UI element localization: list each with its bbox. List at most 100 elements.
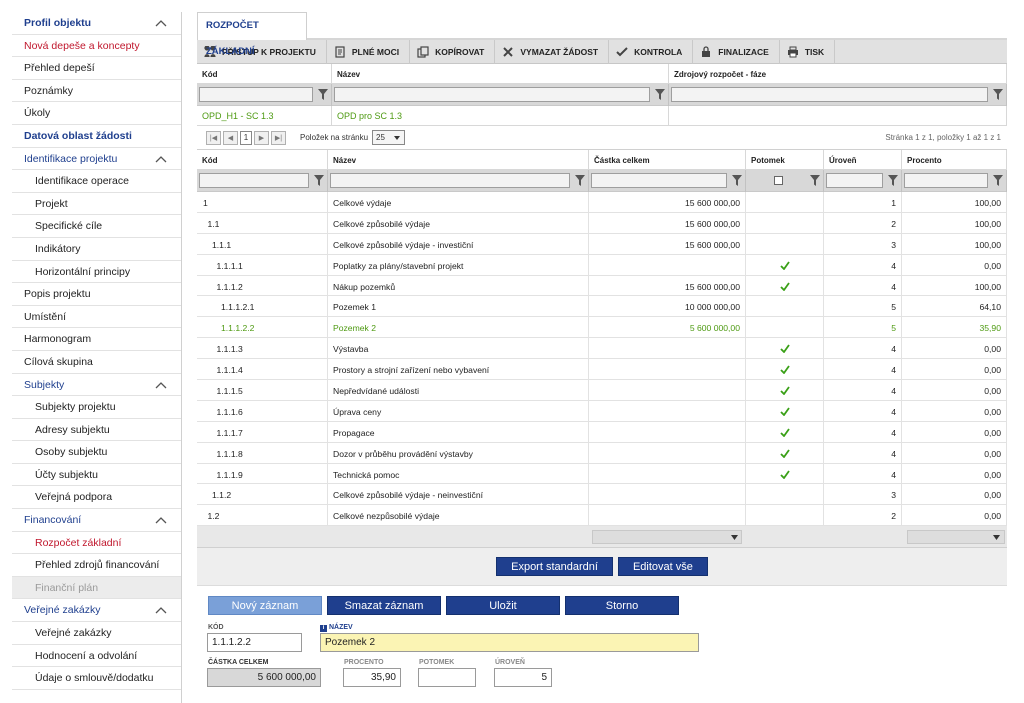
filter-input[interactable] (671, 86, 988, 102)
sidebar-item[interactable]: Identifikace projektu (12, 148, 181, 171)
table-row[interactable]: 1.2 Celkové nezpůsobilé výdaje 2 0,00 (197, 505, 1007, 527)
table-row[interactable]: 1.1.1.6 Úprava ceny 4 0,00 (197, 400, 1007, 422)
sidebar-item[interactable]: Přehled zdrojů financování (12, 554, 181, 577)
filter-input[interactable] (591, 172, 727, 188)
chevron-up-icon[interactable] (155, 516, 167, 524)
toolbar-button[interactable]: KONTROLA (609, 39, 694, 64)
col-header-nazev[interactable]: Název (332, 64, 669, 83)
chevron-up-icon[interactable] (155, 19, 167, 27)
table-row[interactable]: 1 Celkové výdaje 15 600 000,00 1 100,00 (197, 192, 1007, 213)
col-header-procento[interactable]: Procento (902, 150, 1007, 169)
filter-icon[interactable] (318, 88, 328, 100)
sidebar-item[interactable]: Rozpočet základní (12, 532, 181, 555)
sidebar-item[interactable]: Poznámky (12, 80, 181, 103)
sidebar-item[interactable]: Subjekty (12, 374, 181, 397)
filter-icon[interactable] (993, 174, 1003, 186)
table-row[interactable]: 1.1.1.3 Výstavba 4 0,00 (197, 338, 1007, 360)
sidebar-item[interactable]: Údaje o smlouvě/dodatku (12, 667, 181, 690)
first-page-icon[interactable]: |◀ (206, 130, 221, 145)
filter-input[interactable] (199, 86, 313, 102)
chevron-down-icon[interactable] (731, 535, 738, 541)
chevron-up-icon[interactable] (155, 155, 167, 163)
table-row[interactable]: 1.1.1.1 Poplatky za plány/stavební projek… (197, 254, 1007, 276)
sidebar-item[interactable]: Veřejné zakázky (12, 599, 181, 623)
filter-input[interactable] (826, 172, 883, 188)
sidebar-item[interactable]: Specifické cíle (12, 215, 181, 238)
sidebar-item[interactable]: Popis projektu (12, 283, 181, 306)
col-header-castka[interactable]: Částka celkem (589, 150, 746, 169)
filter-input[interactable] (904, 172, 988, 188)
col-header-nazev[interactable]: Název (328, 150, 589, 169)
percent-field[interactable]: 35,90 (343, 668, 401, 688)
level-field[interactable]: 5 (494, 668, 552, 688)
current-page[interactable]: 1 (240, 130, 252, 145)
top-grid-row[interactable]: OPD_H1 - SC 1.3 OPD pro SC 1.3 (197, 106, 1007, 126)
sidebar-item[interactable]: Adresy subjektu (12, 419, 181, 442)
filter-input[interactable] (199, 172, 309, 188)
name-field[interactable]: Pozemek 2 (320, 633, 699, 653)
toolbar-button[interactable]: VYMAZAT ŽÁDOST (495, 39, 610, 64)
sidebar-item[interactable]: Veřejné zakázky (12, 622, 181, 645)
sidebar-item[interactable]: Identifikace operace (12, 170, 181, 193)
sidebar-item[interactable]: Umístění (12, 306, 181, 329)
table-row[interactable]: 1.1.1.5 Nepředvídané události 4 0,00 (197, 380, 1007, 401)
sidebar-item[interactable]: Veřejná podpora (12, 486, 181, 510)
toolbar-button[interactable]: FINALIZACE (693, 39, 780, 64)
next-page-icon[interactable]: ▶ (254, 130, 269, 145)
sidebar-item[interactable]: Horizontální principy (12, 261, 181, 284)
footer-dropdown[interactable] (907, 530, 1005, 545)
toolbar-button[interactable]: TISK (780, 39, 836, 64)
col-header-kod[interactable]: Kód (197, 64, 332, 83)
sidebar-item[interactable]: Osoby subjektu (12, 441, 181, 464)
edit-all-button[interactable]: Editovat vše (617, 557, 708, 577)
filter-icon[interactable] (655, 88, 665, 100)
filter-icon[interactable] (575, 174, 585, 186)
sidebar-item[interactable]: Úkoly (12, 102, 181, 125)
export-standard-button[interactable]: Export standardní (496, 557, 613, 577)
filter-icon[interactable] (993, 88, 1003, 100)
table-row[interactable]: 1.1.1.2.2 Pozemek 25 600 000,00 5 35,90 (197, 317, 1007, 339)
table-row[interactable]: 1.1.1.8 Dozor v průběhu provádění výstavb… (197, 442, 1007, 464)
sidebar-item[interactable]: Datová oblast žádosti (12, 124, 181, 148)
potomek-filter-checkbox[interactable] (774, 175, 783, 185)
sidebar-item[interactable]: Nová depeše a koncepty (12, 35, 181, 58)
tab-rozpocet-zakladni[interactable]: ROZPOČET ZÁKLADNÍ (197, 12, 307, 57)
filter-input[interactable] (334, 86, 650, 102)
save-button[interactable]: Uložit (446, 595, 560, 615)
table-row[interactable]: 1.1.2 Celkové způsobilé výdaje - neinvest… (197, 484, 1007, 506)
chevron-up-icon[interactable] (155, 381, 167, 389)
table-row[interactable]: 1.1.1.2.1 Pozemek 1 10 000 000,00 5 64,10 (197, 296, 1007, 318)
last-page-icon[interactable]: ▶| (271, 130, 286, 145)
table-row[interactable]: 1.1.1.9 Technická pomoc 4 0,00 (197, 463, 1007, 485)
sidebar-item[interactable]: Přehled depeší (12, 57, 181, 80)
col-header-potomek[interactable]: Potomek (746, 150, 824, 169)
sidebar-item[interactable]: Financování (12, 509, 181, 532)
delete-record-button[interactable]: Smazat záznam (327, 595, 441, 615)
prev-page-icon[interactable]: ◀ (223, 130, 238, 145)
new-record-button[interactable]: Nový záznam (208, 595, 322, 615)
filter-icon[interactable] (314, 174, 324, 186)
filter-icon[interactable] (810, 174, 820, 186)
sidebar-item[interactable]: Účty subjektu (12, 464, 181, 487)
sidebar-item[interactable]: Finanční plán (12, 576, 181, 600)
table-row[interactable]: 1.1.1.2 Nákup pozemků 15 600 000,00 4 100,00 (197, 275, 1007, 297)
table-row[interactable]: 1.1 Celkové způsobilé výdaje 15 600 000,00… (197, 212, 1007, 234)
sidebar-item[interactable]: Hodnocení a odvolání (12, 645, 181, 668)
cancel-button[interactable]: Storno (565, 595, 679, 615)
child-field[interactable] (418, 668, 476, 688)
footer-dropdown[interactable] (592, 530, 742, 545)
sidebar-item[interactable]: Subjekty projektu (12, 396, 181, 419)
toolbar-button[interactable]: PLNÉ MOCI (327, 39, 411, 64)
per-page-select[interactable]: 25 (372, 130, 406, 145)
chevron-down-icon[interactable] (993, 535, 1000, 541)
filter-input[interactable] (330, 172, 570, 188)
table-row[interactable]: 1.1.1.4 Prostory a strojní zařízení nebo … (197, 359, 1007, 381)
toolbar-button[interactable]: KOPÍROVAT (410, 39, 496, 64)
chevron-up-icon[interactable] (155, 606, 167, 614)
sidebar-item[interactable]: Profil objektu (12, 12, 181, 35)
col-header-kod[interactable]: Kód (197, 150, 328, 169)
sidebar-item[interactable]: Harmonogram (12, 328, 181, 351)
col-header-zdrojovy-rozpocet[interactable]: Zdrojový rozpočet - fáze (669, 64, 1007, 83)
sidebar-item[interactable]: Cílová skupina (12, 351, 181, 374)
table-row[interactable]: 1.1.1 Celkové způsobilé výdaje - investič… (197, 233, 1007, 255)
